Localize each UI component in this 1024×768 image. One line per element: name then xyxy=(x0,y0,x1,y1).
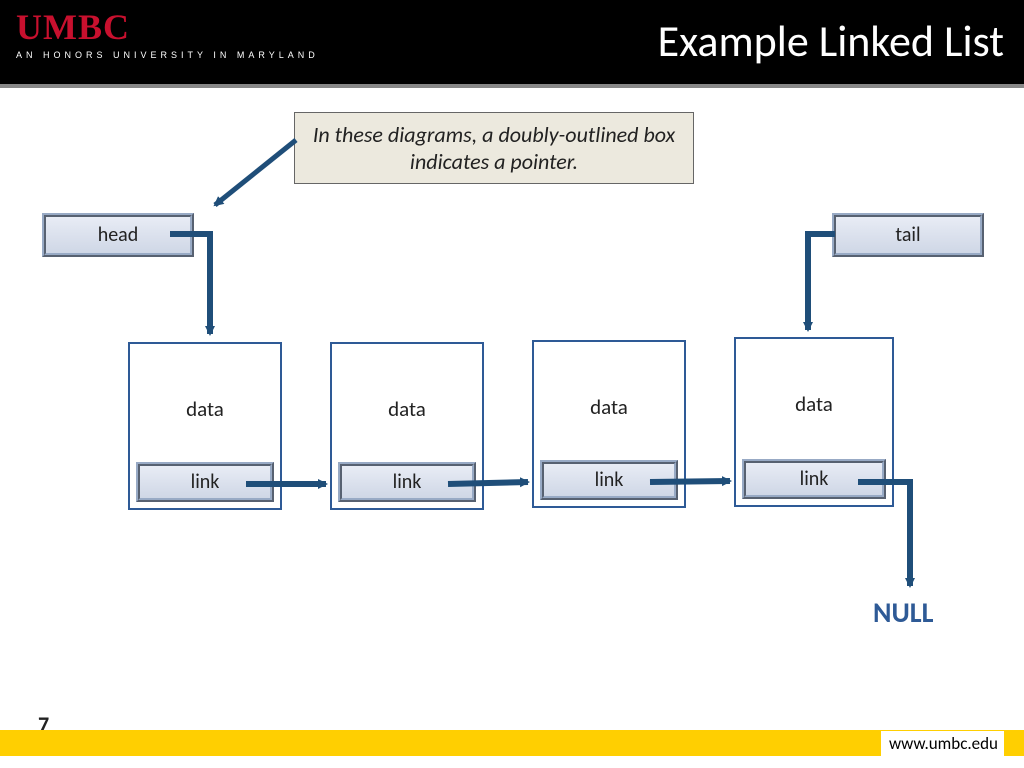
slide-header: UMBC AN HONORS UNIVERSITY IN MARYLAND Ex… xyxy=(0,0,1024,84)
head-pointer-box: head xyxy=(42,213,194,257)
node-data-label: data xyxy=(736,391,892,417)
node-0: data link xyxy=(128,342,282,510)
node-link-box: link xyxy=(742,459,886,499)
node-link-box: link xyxy=(338,462,476,502)
logo: UMBC AN HONORS UNIVERSITY IN MARYLAND xyxy=(16,6,319,60)
node-2: data link xyxy=(532,340,686,508)
node-link-label: link xyxy=(191,470,220,494)
footer-url: www.umbc.edu xyxy=(881,731,1004,756)
node-link-box: link xyxy=(540,460,678,500)
logo-subtitle: AN HONORS UNIVERSITY IN MARYLAND xyxy=(16,50,319,60)
logo-text: UMBC xyxy=(16,6,319,48)
node-link-label: link xyxy=(800,467,829,491)
tail-pointer-label: tail xyxy=(895,223,920,247)
node-link-label: link xyxy=(393,470,422,494)
null-label: NULL xyxy=(873,595,933,630)
node-data-label: data xyxy=(534,394,684,420)
node-link-box: link xyxy=(136,462,274,502)
footer-bar xyxy=(0,730,1024,756)
node-1: data link xyxy=(330,342,484,510)
callout-note: In these diagrams, a doubly-outlined box… xyxy=(294,112,694,184)
slide-title: Example Linked List xyxy=(658,14,1004,68)
node-link-label: link xyxy=(595,468,624,492)
node-data-label: data xyxy=(332,396,482,422)
node-data-label: data xyxy=(130,396,280,422)
head-pointer-label: head xyxy=(98,223,139,247)
tail-pointer-box: tail xyxy=(832,213,984,257)
node-3: data link xyxy=(734,337,894,507)
header-divider xyxy=(0,84,1024,88)
